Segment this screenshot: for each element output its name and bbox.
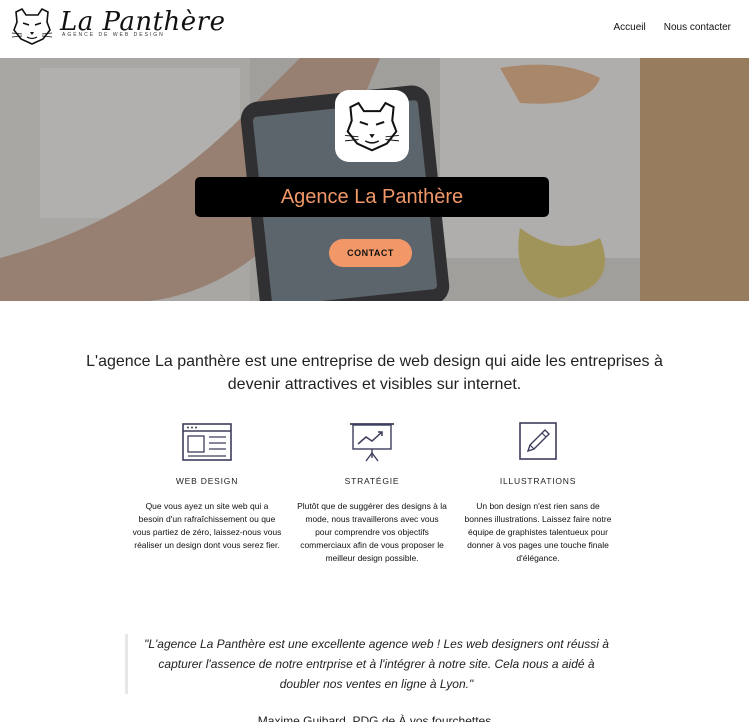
browser-window-icon xyxy=(182,423,232,461)
testimonial-text: "L'agence La Panthère est une excellente… xyxy=(144,637,609,691)
nav-link-contact[interactable]: Nous contacter xyxy=(664,22,731,33)
hero-banner: Agence La Panthère CONTACT xyxy=(0,58,749,301)
service-web-design: WEB DESIGN Que vous ayez un site web qui… xyxy=(132,420,282,552)
hero-title-box: Agence La Panthère xyxy=(195,177,549,217)
panther-logo-icon xyxy=(11,7,53,45)
service-description: Plutôt que de suggérer des designs à la … xyxy=(297,501,447,563)
service-title: ILLUSTRATIONS xyxy=(499,476,577,486)
testimonial-quote: "L'agence La Panthère est une excellente… xyxy=(125,634,615,694)
logo[interactable]: La Panthère AGENCE DE WEB DESIGN xyxy=(10,6,226,46)
service-strategie: STRATÉGIE Plutôt que de suggérer des des… xyxy=(297,420,447,565)
hero-title: Agence La Panthère xyxy=(280,185,464,208)
service-description: Un bon design n'est rien sans de bonnes … xyxy=(464,501,612,563)
contact-button[interactable]: CONTACT xyxy=(329,239,412,267)
service-illustrations: ILLUSTRATIONS Un bon design n'est rien s… xyxy=(463,420,613,565)
service-description: Que vous ayez un site web qui a besoin d… xyxy=(132,501,282,550)
testimonial-author: Maxime Guibard, PDG de À vos fourchettes xyxy=(257,714,492,722)
panther-head-icon xyxy=(344,101,400,152)
presentation-board-icon xyxy=(350,423,394,462)
main-nav: Accueil Nous contacter xyxy=(613,22,731,33)
service-title: WEB DESIGN xyxy=(175,476,239,486)
service-title: STRATÉGIE xyxy=(344,476,400,486)
intro-text: L'agence La panthère est une entreprise … xyxy=(86,353,663,393)
site-header: La Panthère AGENCE DE WEB DESIGN Accueil… xyxy=(0,0,749,58)
nav-link-accueil[interactable]: Accueil xyxy=(613,22,645,33)
logo-subtitle: AGENCE DE WEB DESIGN xyxy=(62,32,165,38)
pencil-square-icon xyxy=(519,422,557,460)
hero-logo-badge xyxy=(335,90,409,162)
